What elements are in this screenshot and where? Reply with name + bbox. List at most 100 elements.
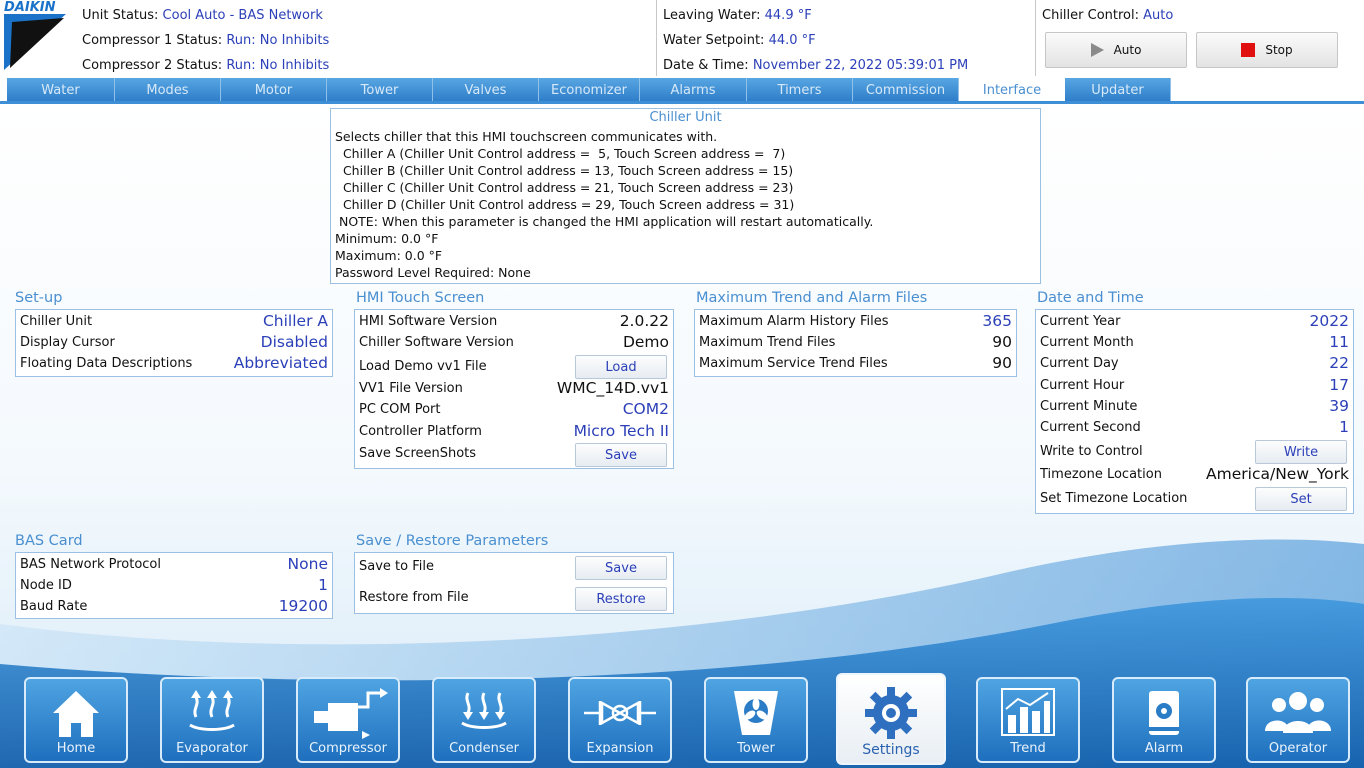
max-service-trend-files[interactable]: Maximum Service Trend Files 90 <box>695 354 1016 375</box>
chiller-software-version: Chiller Software Version Demo <box>359 333 669 351</box>
current-year[interactable]: Current Year 2022 <box>1036 312 1353 333</box>
tab-alarms[interactable]: Alarms <box>640 78 747 102</box>
nav-expansion[interactable]: Expansion <box>568 677 672 763</box>
home-icon <box>53 691 99 737</box>
play-icon <box>1090 43 1104 57</box>
header-divider <box>1035 0 1036 76</box>
tab-valves[interactable]: Valves <box>433 78 539 102</box>
stop-icon <box>1241 43 1256 57</box>
restore-from-file-row: Restore from File Restore <box>355 586 673 612</box>
nav-condenser[interactable]: Condenser <box>432 677 536 763</box>
save-to-file-row: Save to File Save <box>355 555 673 581</box>
node-id[interactable]: Node ID 1 <box>16 576 332 597</box>
setup-panel: Chiller Unit Chiller A Display Cursor Di… <box>15 309 333 377</box>
current-month[interactable]: Current Month 11 <box>1036 333 1353 354</box>
tab-updater[interactable]: Updater <box>1065 78 1171 102</box>
setup-row-chiller-unit[interactable]: Chiller Unit Chiller A <box>16 312 332 333</box>
hmi-title: HMI Touch Screen <box>356 290 485 306</box>
info-line: Chiller D (Chiller Unit Control address … <box>335 197 795 212</box>
info-line: Chiller B (Chiller Unit Control address … <box>335 163 794 178</box>
expansion-valve-icon <box>584 700 656 726</box>
condenser-icon <box>461 692 507 729</box>
alarm-icon <box>1149 691 1179 735</box>
hmi-panel: HMI Software Version 2.0.22 Chiller Soft… <box>354 309 674 469</box>
nav-settings[interactable]: Settings <box>836 673 946 765</box>
nav-operator[interactable]: Operator <box>1246 677 1350 763</box>
current-day[interactable]: Current Day 22 <box>1036 354 1353 375</box>
save-restore-panel: Save to File Save Restore from File Rest… <box>354 552 674 614</box>
info-line: Minimum: 0.0 °F <box>335 231 439 246</box>
current-hour[interactable]: Current Hour 17 <box>1036 376 1353 397</box>
tab-interface[interactable]: Interface <box>959 78 1065 103</box>
info-line: NOTE: When this parameter is changed the… <box>335 214 874 229</box>
info-line: Chiller A (Chiller Unit Control address … <box>335 146 786 161</box>
load-button[interactable]: Load <box>575 355 667 379</box>
write-button[interactable]: Write <box>1255 440 1347 464</box>
setup-title: Set-up <box>15 290 63 306</box>
cooling-tower-icon <box>734 691 778 735</box>
set-timezone-button[interactable]: Set <box>1255 487 1347 511</box>
nav-home[interactable]: Home <box>24 677 128 763</box>
save-to-file-button[interactable]: Save <box>575 556 667 580</box>
baud-rate[interactable]: Baud Rate 19200 <box>16 597 332 618</box>
bas-title: BAS Card <box>15 533 83 549</box>
date-time: Date & Time: November 22, 2022 05:39:01 … <box>663 58 969 73</box>
compressor-1-status: Compressor 1 Status: Run: No Inhibits <box>82 33 330 48</box>
leaving-water: Leaving Water: 44.9 °F <box>663 8 812 23</box>
restore-from-file-button[interactable]: Restore <box>575 587 667 611</box>
auto-button[interactable]: Auto <box>1045 32 1187 68</box>
tab-bar: Water Modes Motor Tower Valves Economize… <box>0 78 1364 103</box>
tab-modes[interactable]: Modes <box>115 78 221 102</box>
tab-economizer[interactable]: Economizer <box>539 78 640 102</box>
save-screenshots-button[interactable]: Save <box>575 443 667 467</box>
nav-alarm[interactable]: Alarm <box>1112 677 1216 763</box>
maxfiles-panel: Maximum Alarm History Files 365 Maximum … <box>694 309 1017 377</box>
nav-tower[interactable]: Tower <box>704 677 808 763</box>
bas-network-protocol[interactable]: BAS Network Protocol None <box>16 555 332 576</box>
setup-row-floating-data[interactable]: Floating Data Descriptions Abbreviated <box>16 354 332 375</box>
bas-panel: BAS Network Protocol None Node ID 1 Baud… <box>15 552 333 619</box>
stop-button[interactable]: Stop <box>1196 32 1338 68</box>
daikin-logo: DAIKIN <box>0 0 76 72</box>
chiller-control: Chiller Control: Auto <box>1042 8 1174 23</box>
pc-com-port[interactable]: PC COM Port COM2 <box>355 400 673 421</box>
gear-icon <box>865 687 917 739</box>
hmi-software-version: HMI Software Version 2.0.22 <box>359 312 669 330</box>
status-header: DAIKIN Unit Status: Cool Auto - BAS Netw… <box>0 0 1364 76</box>
info-line: Chiller C (Chiller Unit Control address … <box>335 180 794 195</box>
nav-trend[interactable]: Trend <box>976 677 1080 763</box>
info-line: Selects chiller that this HMI touchscree… <box>335 129 718 144</box>
current-second[interactable]: Current Second 1 <box>1036 418 1353 439</box>
trend-chart-icon <box>1001 688 1055 736</box>
tab-commission[interactable]: Commission <box>853 78 959 102</box>
max-alarm-history-files[interactable]: Maximum Alarm History Files 365 <box>695 312 1016 333</box>
water-setpoint: Water Setpoint: 44.0 °F <box>663 33 816 48</box>
timezone-location[interactable]: Timezone Location America/New_York <box>1036 465 1353 486</box>
vv1-file-version: VV1 File Version WMC_14D.vv1 <box>359 379 669 397</box>
info-line: Password Level Required: None <box>335 265 531 280</box>
info-title: Chiller Unit <box>649 110 722 125</box>
tab-motor[interactable]: Motor <box>221 78 327 102</box>
setup-row-display-cursor[interactable]: Display Cursor Disabled <box>16 333 332 354</box>
parameter-info-box: Chiller Unit Selects chiller that this H… <box>330 108 1041 284</box>
max-trend-files[interactable]: Maximum Trend Files 90 <box>695 333 1016 354</box>
header-divider <box>656 0 657 76</box>
compressor-2-status: Compressor 2 Status: Run: No Inhibits <box>82 58 330 73</box>
unit-status: Unit Status: Cool Auto - BAS Network <box>82 8 323 23</box>
daikin-triangle-icon <box>4 14 66 70</box>
evaporator-icon <box>189 690 235 731</box>
controller-platform[interactable]: Controller Platform Micro Tech II <box>355 422 673 443</box>
save-screenshots-row: Save ScreenShots Save <box>355 443 673 467</box>
operator-users-icon <box>1265 692 1331 733</box>
load-demo-row: Load Demo vv1 File Load <box>355 355 673 379</box>
datetime-panel: Current Year 2022 Current Month 11 Curre… <box>1035 309 1354 514</box>
tab-water[interactable]: Water <box>7 78 115 102</box>
current-minute[interactable]: Current Minute 39 <box>1036 397 1353 418</box>
info-line: Maximum: 0.0 °F <box>335 248 443 263</box>
maxfiles-title: Maximum Trend and Alarm Files <box>696 290 928 306</box>
compressor-icon <box>314 688 388 739</box>
nav-evaporator[interactable]: Evaporator <box>160 677 264 763</box>
tab-timers[interactable]: Timers <box>747 78 853 102</box>
tab-tower[interactable]: Tower <box>327 78 433 102</box>
nav-compressor[interactable]: Compressor <box>296 677 400 763</box>
